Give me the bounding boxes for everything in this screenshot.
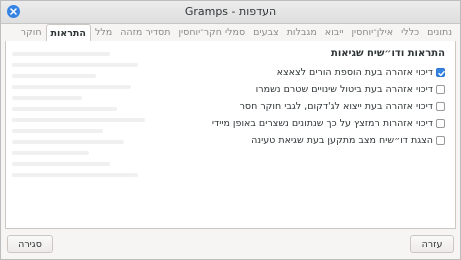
tab-genealogy-symbols[interactable]: סמלי חקר־יוחסין [174,24,249,41]
option-suppress-unsaved-changes[interactable]: דיכוי אזהרה בעת ביטול שינויים שטרם נשמרו [212,82,445,97]
help-button[interactable]: עזרה [410,235,454,253]
background-ghost-text [12,45,152,224]
option-suppress-add-parents[interactable]: דיכוי אזהרה בעת הוספת הורים לצאצא [212,65,445,80]
tab-warnings[interactable]: התראות [45,24,91,41]
option-suppress-instant-save-hints[interactable]: דיכוי אזהרות רמזצץ על כך שנתונים נשצרים … [212,116,445,131]
option-label: דיכוי אזהרה בעת ביטול שינויים שטרם נשמרו [255,84,433,95]
option-suppress-gedcom-researcher[interactable]: דיכוי אזהרה בעת ייצוא לג'דקום, לגבי חוקר… [212,99,445,114]
titlebar: Gramps - העדפות [1,1,460,24]
tab-researcher[interactable]: חוקר [17,24,46,41]
close-button[interactable]: סגירה [7,235,53,253]
option-label: הצגת דו״שיח מצב מתקען בעת שגיאת טעינה [251,135,433,146]
tab-general[interactable]: כללי [397,24,423,41]
preferences-window: Gramps - העדפות נתונים כללי אילן־יוחסין … [0,0,461,260]
options-list: דיכוי אזהרה בעת הוספת הורים לצאצא דיכוי … [212,65,445,150]
option-label: דיכוי אזהרה בעת הוספת הורים לצאצא [276,67,433,78]
preferences-tabs: נתונים כללי אילן־יוחסין ייבוא מגבלות צבע… [5,23,456,42]
checkbox[interactable] [436,102,445,111]
tab-family-tree[interactable]: אילן־יוחסין [347,24,397,41]
tab-text[interactable]: מלל [91,24,116,41]
tab-limits[interactable]: מגבלות [283,24,321,41]
checkbox-checked[interactable] [436,68,445,77]
window-title: Gramps - העדפות [184,5,277,18]
option-label: דיכוי אזהרה בעת ייצוא לג'דקום, לגבי חוקר… [239,101,433,112]
option-show-load-error-dialog[interactable]: הצגת דו״שיח מצב מתקען בעת שגיאת טעינה [212,133,445,148]
warnings-panel: התראות ודו״שיח שגיאות דיכוי אזהרה בעת הו… [5,41,456,229]
checkbox[interactable] [436,136,445,145]
dialog-footer: סגירה עזרה [1,229,460,259]
checkbox[interactable] [436,85,445,94]
section-title: התראות ודו״שיח שגיאות [330,48,445,59]
checkbox[interactable] [436,119,445,128]
tab-colors[interactable]: צבעים [249,24,283,41]
option-label: דיכוי אזהרות רמזצץ על כך שנתונים נשצרים … [211,118,433,129]
tab-id-formats[interactable]: תסדיר מזהה [116,24,174,41]
tab-data[interactable]: נתונים [423,24,456,41]
tab-import[interactable]: ייבוא [321,24,348,41]
